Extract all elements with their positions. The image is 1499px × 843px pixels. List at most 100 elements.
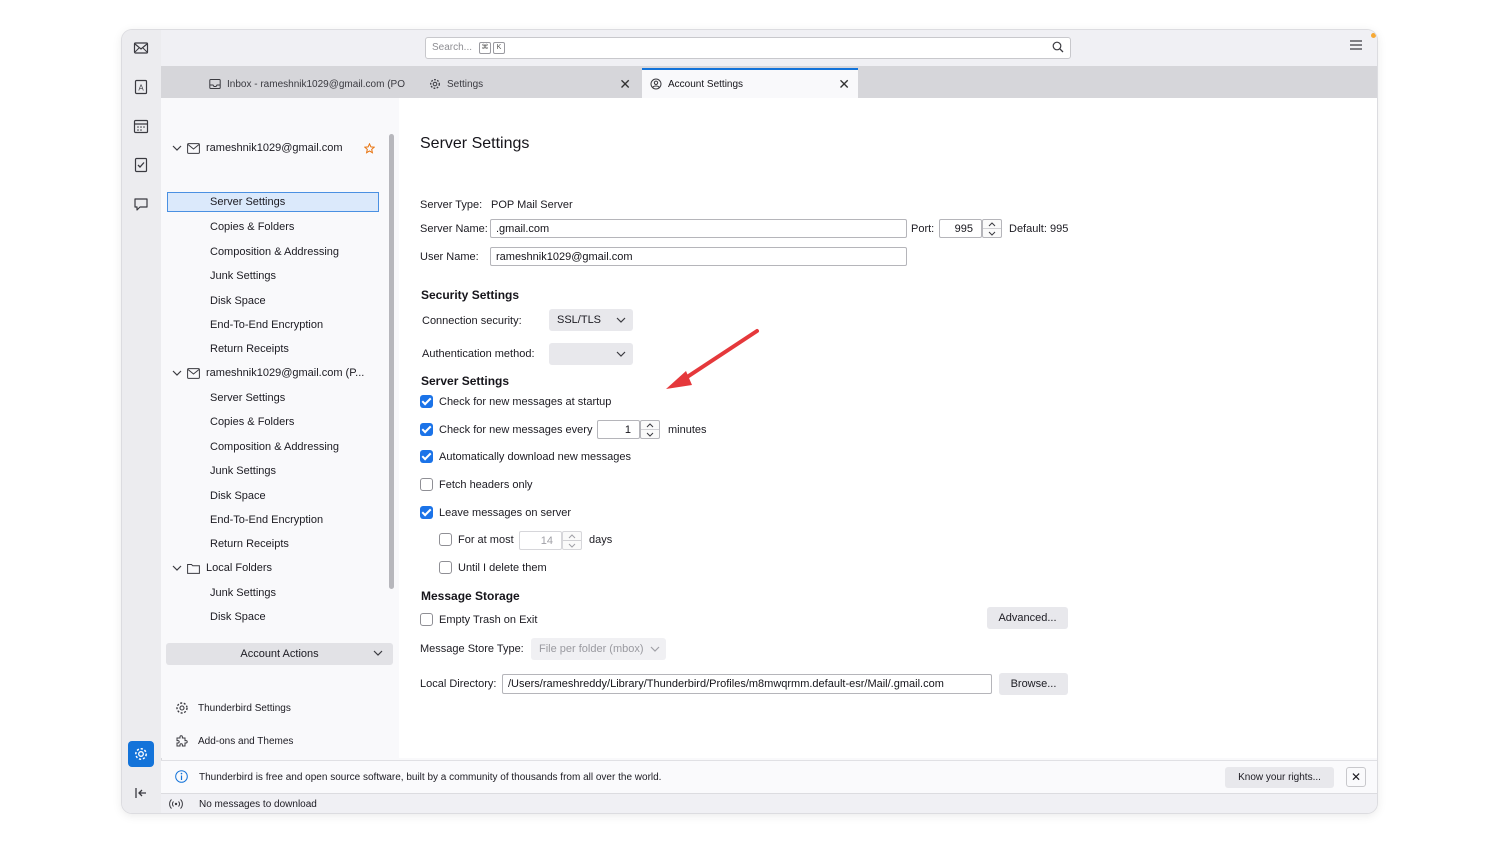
browse-button[interactable]: Browse... [999,673,1068,695]
chevron-up-icon[interactable] [563,532,581,540]
address-book-icon[interactable]: A [131,77,151,97]
advanced-button[interactable]: Advanced... [987,607,1068,629]
chevron-down-icon[interactable] [172,143,182,153]
store-type-select[interactable]: File per folder (mbox) [531,638,666,660]
empty-trash-checkbox[interactable] [420,613,433,626]
sidebar-item-junk-1[interactable]: Junk Settings [161,265,386,287]
empty-trash-label: Empty Trash on Exit [439,614,538,626]
sidebar-item-label: Return Receipts [210,343,289,355]
sidebar-scrollbar[interactable] [389,134,394,589]
sidebar-item-e2ee-1[interactable]: End-To-End Encryption [161,314,386,336]
chevron-down-icon [616,317,626,323]
server-name-input[interactable] [490,219,907,238]
chevron-down-icon[interactable] [172,368,182,378]
inbox-icon [209,79,221,89]
sidebar-item-disk-space-local[interactable]: Disk Space [161,606,386,628]
sidebar-item-receipts-2[interactable]: Return Receipts [161,533,386,555]
tab-inbox-label: Inbox - rameshnik1029@gmail.com (PO [227,78,405,90]
tab-account-settings-label: Account Settings [668,78,744,90]
user-name-input[interactable] [490,247,907,266]
chevron-down-icon[interactable] [172,563,182,573]
tab-settings[interactable]: Settings ✕ [429,70,639,98]
default-account-star-icon [364,142,375,154]
account-actions-label: Account Actions [240,648,319,660]
port-input[interactable] [939,219,982,238]
until-delete-checkbox[interactable] [439,561,452,574]
fetch-headers-checkbox[interactable] [420,478,433,491]
chevron-down-icon [650,646,660,652]
leave-on-server-checkbox[interactable] [420,506,433,519]
connection-security-select[interactable]: SSL/TLS [549,309,633,331]
tab-settings-close-icon[interactable]: ✕ [619,76,631,93]
server-type-label: Server Type: [420,199,483,211]
tab-account-settings[interactable]: Account Settings ✕ [642,68,858,98]
chevron-down-icon[interactable] [641,429,659,438]
auto-download-checkbox[interactable] [420,450,433,463]
tab-inbox[interactable]: Inbox - rameshnik1029@gmail.com (PO [209,70,414,98]
chevron-down-icon[interactable] [563,540,581,549]
global-search-box[interactable]: Search... ⌘ K [425,37,1071,59]
account-2-name: rameshnik1029@gmail.com (P... [206,367,365,379]
calendar-icon[interactable] [131,116,151,136]
svg-text:A: A [138,84,144,93]
sidebar-item-disk-space-1[interactable]: Disk Space [161,290,386,312]
until-delete-label: Until I delete them [458,562,547,574]
account-2-header[interactable]: rameshnik1029@gmail.com (P... [161,362,386,384]
settings-space-icon[interactable] [128,741,154,767]
account-1-header[interactable]: rameshnik1029@gmail.com [161,137,386,159]
check-interval-input[interactable] [597,420,640,439]
sidebar-item-composition-2[interactable]: Composition & Addressing [161,436,386,458]
account-actions-button[interactable]: Account Actions [166,643,393,665]
sidebar-item-label: Copies & Folders [210,221,295,233]
close-notification-icon[interactable]: ✕ [1346,767,1366,787]
sidebar-item-junk-local[interactable]: Junk Settings [161,582,386,604]
account-1-name: rameshnik1029@gmail.com [206,142,343,154]
sidebar-item-server-settings-2[interactable]: Server Settings [161,387,386,409]
server-settings-pane: Server Settings Server Type: POP Mail Se… [399,98,1377,758]
addons-themes-link[interactable]: Add-ons and Themes [175,734,293,748]
online-status-icon[interactable] [169,798,183,810]
sidebar-item-e2ee-2[interactable]: End-To-End Encryption [161,509,386,531]
port-stepper[interactable] [982,219,1002,238]
for-at-most-checkbox[interactable] [439,533,452,546]
minutes-label: minutes [668,424,707,436]
auth-method-select[interactable] [549,343,633,365]
thunderbird-settings-link[interactable]: Thunderbird Settings [175,701,291,715]
local-directory-input[interactable] [502,674,992,694]
folder-icon [187,563,200,574]
know-your-rights-button[interactable]: Know your rights... [1225,767,1334,788]
check-every-checkbox[interactable] [420,423,433,436]
sidebar-item-receipts-1[interactable]: Return Receipts [161,338,386,360]
sidebar-item-server-settings-1[interactable]: Server Settings [167,192,379,212]
collapse-spaces-icon[interactable] [131,783,151,803]
tab-account-settings-close-icon[interactable]: ✕ [838,76,850,93]
tab-settings-label: Settings [447,78,484,90]
check-startup-checkbox[interactable] [420,395,433,408]
sidebar-item-label: Composition & Addressing [210,246,340,258]
search-icon[interactable] [1052,41,1064,56]
check-interval-stepper[interactable] [640,420,660,439]
sidebar-item-disk-space-2[interactable]: Disk Space [161,485,386,507]
app-menu-icon[interactable] [1350,40,1362,53]
chevron-up-icon[interactable] [641,421,659,429]
chat-icon[interactable] [131,194,151,214]
chevron-down-icon [373,650,383,656]
update-indicator-dot [1371,33,1376,38]
chevron-down-icon[interactable] [983,228,1001,237]
sidebar-item-label: Server Settings [210,392,286,404]
days-stepper[interactable] [562,531,582,550]
tasks-icon[interactable] [131,155,151,175]
info-icon [175,770,188,783]
chevron-down-icon [616,351,626,357]
chevron-up-icon[interactable] [983,220,1001,228]
mail-space-icon[interactable] [131,38,151,58]
sidebar-item-copies-folders-1[interactable]: Copies & Folders [161,216,386,238]
sidebar-item-label: Disk Space [210,611,266,623]
days-input[interactable] [519,531,562,550]
local-folders-header[interactable]: Local Folders [161,557,386,579]
sidebar-item-copies-folders-2[interactable]: Copies & Folders [161,411,386,433]
puzzle-icon [176,735,188,747]
sidebar-item-composition-1[interactable]: Composition & Addressing [161,241,386,263]
sidebar-item-junk-2[interactable]: Junk Settings [161,460,386,482]
sidebar-item-label: Disk Space [210,295,266,307]
